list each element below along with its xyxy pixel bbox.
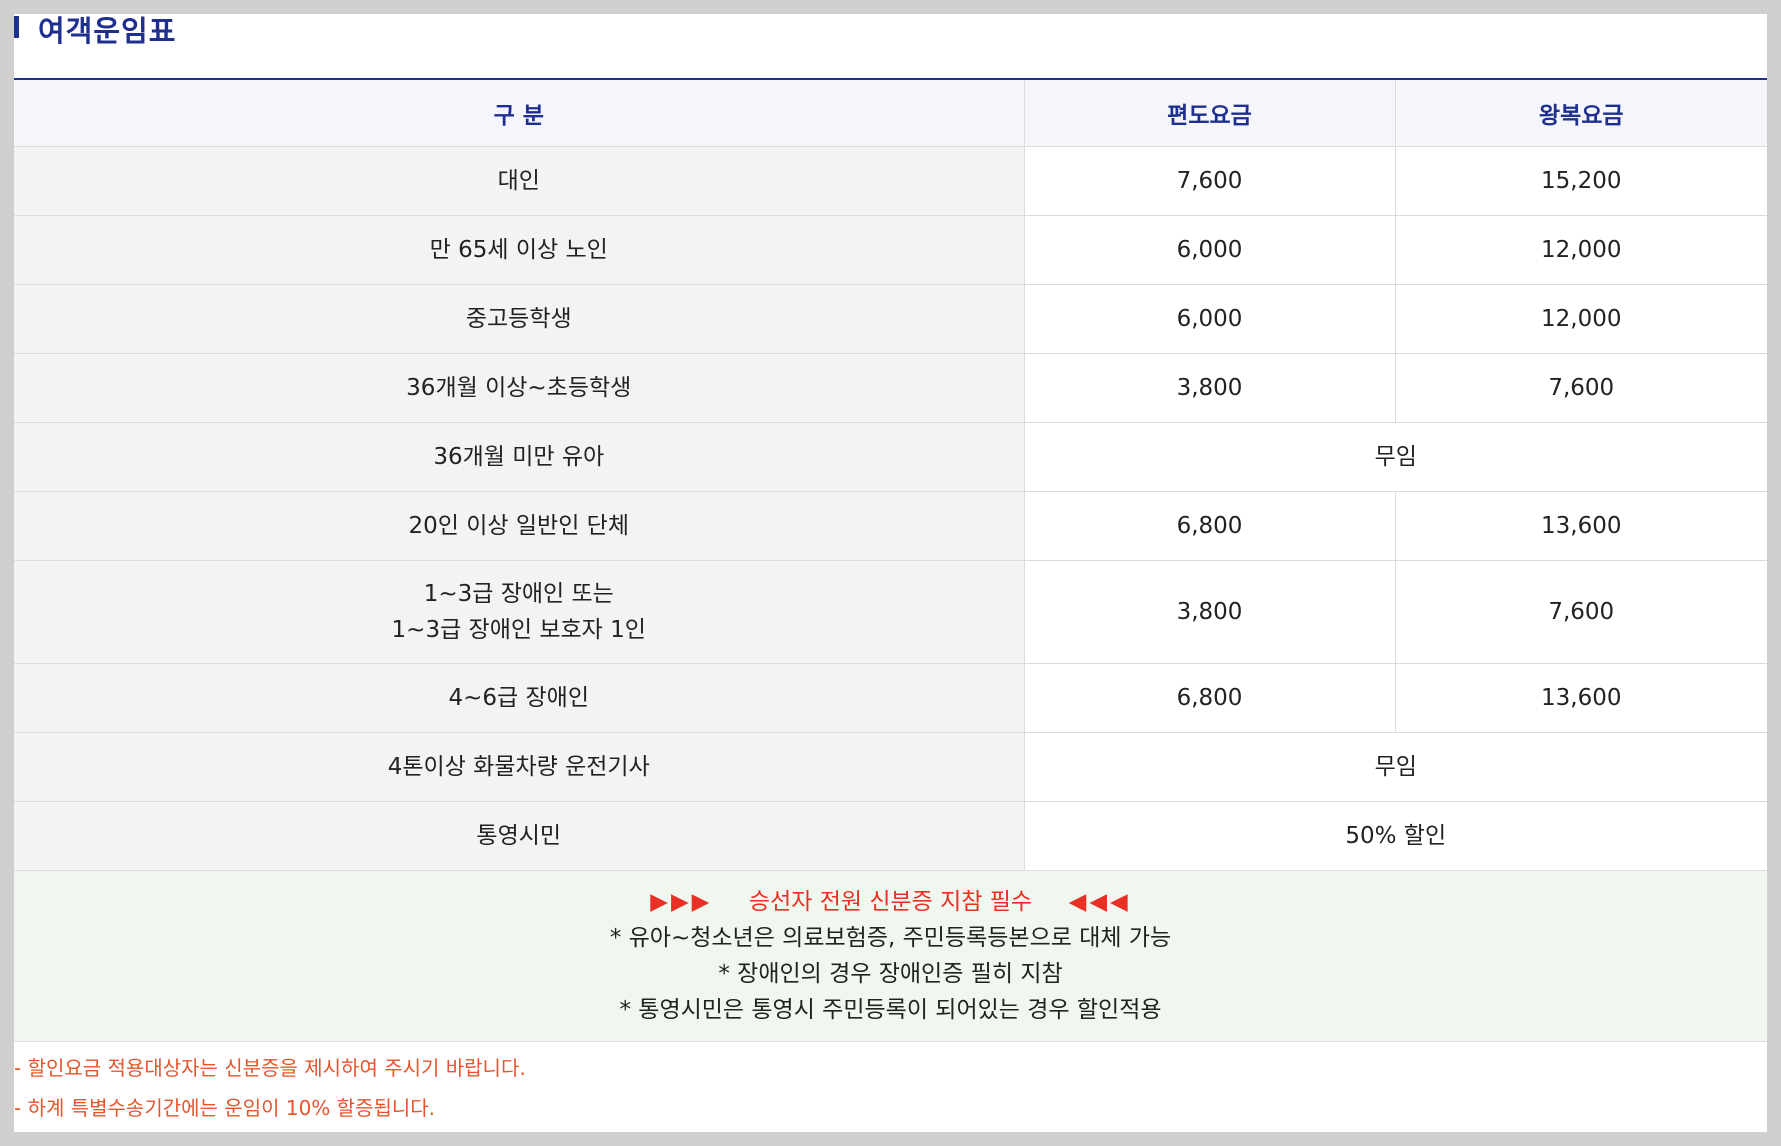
row-category: 통영시민 [14, 801, 1024, 871]
notice-line: * 유아~청소년은 의료보험증, 주민등록등본으로 대체 가능 [609, 925, 1172, 951]
table-row: 4~6급 장애인 6,800 13,600 [14, 663, 1767, 733]
notice-heading-line: ▶▶▶ 승선자 전원 신분증 지참 필수 ◀◀◀ [14, 884, 1767, 920]
row-category: 중고등학생 [14, 284, 1024, 354]
row-merged-fare: 50% 할인 [1023, 801, 1767, 871]
section-title-bar: 여객운임표 [14, 14, 1767, 54]
row-oneway: 6,800 [1023, 491, 1395, 561]
notice-row: ▶▶▶ 승선자 전원 신분증 지참 필수 ◀◀◀ * 유아~청소년은 의료보험증… [14, 870, 1767, 1042]
notice-line: * 통영시민은 통영시 주민등록이 되어있는 경우 할인적용 [619, 997, 1162, 1023]
row-oneway: 3,800 [1023, 353, 1395, 423]
row-roundtrip: 13,600 [1394, 491, 1767, 561]
title-marker [14, 16, 19, 38]
table-row: 대인 7,600 15,200 [14, 146, 1767, 216]
header-oneway: 편도요금 [1023, 78, 1395, 147]
table-row: 20인 이상 일반인 단체 6,800 13,600 [14, 491, 1767, 561]
id-notice-box: ▶▶▶ 승선자 전원 신분증 지참 필수 ◀◀◀ * 유아~청소년은 의료보험증… [14, 870, 1767, 1042]
fare-table: 구 분 편도요금 왕복요금 대인 7,600 15,200 만 65세 이상 노… [14, 78, 1767, 1042]
header-category: 구 분 [14, 78, 1024, 147]
fare-panel: 여객운임표 구 분 편도요금 왕복요금 대인 7,600 15,200 만 65… [14, 14, 1767, 1132]
row-category: 36개월 이상~초등학생 [14, 353, 1024, 423]
table-header-row: 구 분 편도요금 왕복요금 [14, 78, 1767, 147]
row-category-line: 1~3급 장애인 보호자 1인 [391, 617, 646, 643]
row-oneway: 6,000 [1023, 215, 1395, 285]
table-row: 만 65세 이상 노인 6,000 12,000 [14, 215, 1767, 285]
header-roundtrip: 왕복요금 [1394, 78, 1767, 147]
row-category: 만 65세 이상 노인 [14, 215, 1024, 285]
table-row: 36개월 미만 유아 무임 [14, 422, 1767, 492]
row-merged-fare: 무임 [1023, 422, 1767, 492]
row-oneway: 3,800 [1023, 560, 1395, 664]
row-category-line: 1~3급 장애인 또는 [423, 581, 614, 607]
row-category: 대인 [14, 146, 1024, 216]
row-oneway: 6,800 [1023, 663, 1395, 733]
row-roundtrip: 13,600 [1394, 663, 1767, 733]
row-category: 4~6급 장애인 [14, 663, 1024, 733]
row-category: 36개월 미만 유아 [14, 422, 1024, 492]
row-roundtrip: 12,000 [1394, 215, 1767, 285]
row-category: 4톤이상 화물차량 운전기사 [14, 732, 1024, 802]
row-category: 20인 이상 일반인 단체 [14, 491, 1024, 561]
table-row: 4톤이상 화물차량 운전기사 무임 [14, 732, 1767, 802]
row-oneway: 6,000 [1023, 284, 1395, 354]
row-roundtrip: 7,600 [1394, 560, 1767, 664]
notice-line: * 장애인의 경우 장애인증 필히 지참 [718, 961, 1063, 987]
notice-heading: 승선자 전원 신분증 지참 필수 [748, 889, 1033, 915]
page-title: 여객운임표 [38, 14, 177, 48]
right-arrow-icon: ▶▶▶ [650, 889, 713, 915]
row-category: 1~3급 장애인 또는 1~3급 장애인 보호자 1인 [14, 560, 1024, 664]
left-arrow-icon: ◀◀◀ [1068, 889, 1131, 915]
table-row: 중고등학생 6,000 12,000 [14, 284, 1767, 354]
row-roundtrip: 12,000 [1394, 284, 1767, 354]
row-roundtrip: 7,600 [1394, 353, 1767, 423]
row-oneway: 7,600 [1023, 146, 1395, 216]
table-row: 36개월 이상~초등학생 3,800 7,600 [14, 353, 1767, 423]
table-row: 1~3급 장애인 또는 1~3급 장애인 보호자 1인 3,800 7,600 [14, 560, 1767, 664]
row-roundtrip: 15,200 [1394, 146, 1767, 216]
footnote: - 하계 특별수송기간에는 운임이 10% 할증됩니다. [14, 1096, 436, 1120]
footnote: - 할인요금 적용대상자는 신분증을 제시하여 주시기 바랍니다. [14, 1056, 526, 1080]
row-merged-fare: 무임 [1023, 732, 1767, 802]
table-row: 통영시민 50% 할인 [14, 801, 1767, 871]
